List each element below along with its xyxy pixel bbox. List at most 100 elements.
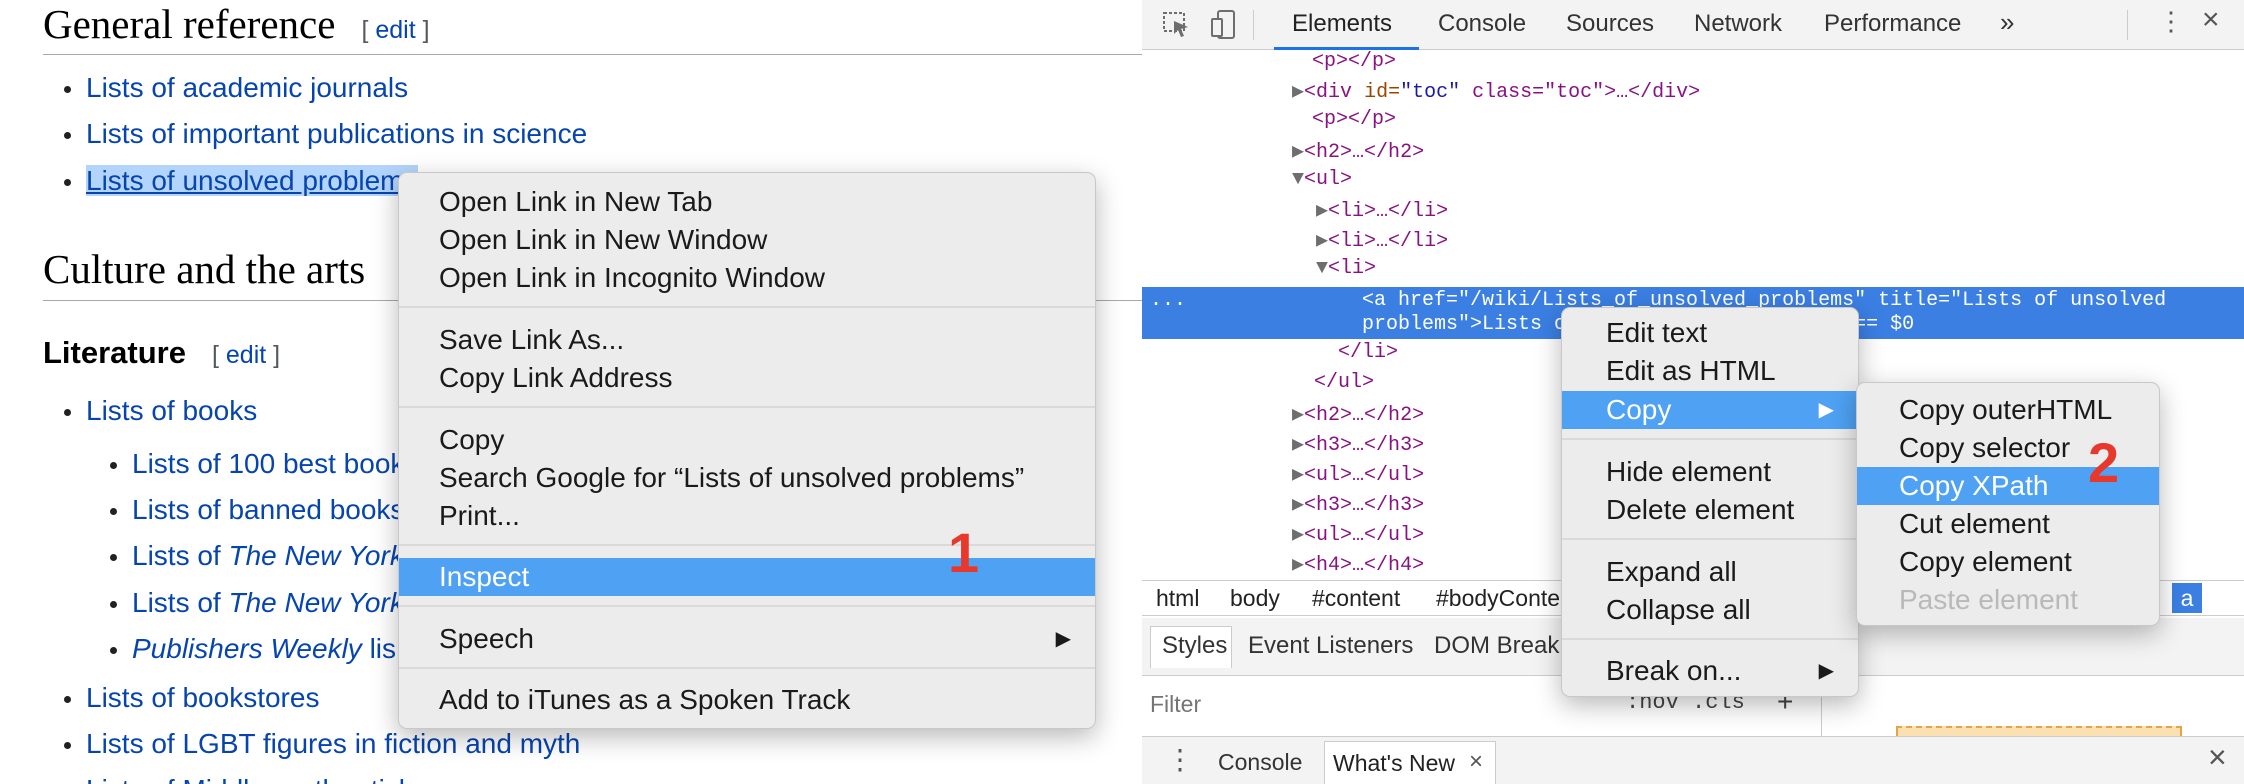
tab-styles[interactable]: Styles <box>1162 632 1227 660</box>
menu-item-copy-submenu[interactable]: Copy ▶ <box>1562 391 1858 429</box>
menu-item-collapse-all[interactable]: Collapse all <box>1562 591 1858 629</box>
edit-link[interactable]: edit <box>226 341 266 369</box>
menu-item-add-to-itunes[interactable]: Add to iTunes as a Spoken Track <box>399 681 1095 719</box>
collapse-triangle-icon[interactable]: ▼ <box>1292 168 1304 191</box>
expand-triangle-icon[interactable]: ▶ <box>1316 230 1328 253</box>
expand-triangle-icon[interactable]: ▶ <box>1292 494 1304 517</box>
dom-node[interactable]: ▶<div id="toc" class="toc">…</div> <box>1292 78 1700 104</box>
drawer-tab-console[interactable]: Console <box>1218 749 1302 776</box>
list-item[interactable]: Lists of important publications in scien… <box>64 118 587 150</box>
menu-item-open-new-window[interactable]: Open Link in New Window <box>399 221 1095 259</box>
close-drawer-icon[interactable]: × <box>2208 739 2227 776</box>
breadcrumb-body[interactable]: body <box>1230 585 1280 612</box>
list-item[interactable]: Lists of 100 best books <box>110 448 418 480</box>
inspect-element-icon[interactable] <box>1162 11 1192 39</box>
expand-triangle-icon[interactable]: ▶ <box>1292 524 1304 547</box>
link-text-italic[interactable]: Publishers Weekly <box>132 633 362 664</box>
close-devtools-icon[interactable]: × <box>2202 3 2220 37</box>
node-actions-icon[interactable]: ... <box>1150 289 1186 312</box>
more-tabs-icon[interactable]: » <box>2000 7 2014 38</box>
close-tab-icon[interactable]: × <box>1469 748 1483 776</box>
list-item[interactable]: Lists of academic journals <box>64 72 408 104</box>
drawer-tab-whats-new[interactable]: What's New × <box>1324 741 1496 784</box>
link-middle-earth[interactable]: Lists of Middle-earth articles <box>86 774 435 784</box>
menu-item-cut-element[interactable]: Cut element <box>1857 505 2159 543</box>
menu-item-print[interactable]: Print... <box>399 497 1095 535</box>
breadcrumb-bodycontent[interactable]: #bodyConte <box>1436 585 1560 612</box>
list-item[interactable]: Lists of The New York <box>110 587 404 619</box>
menu-item-search-google[interactable]: Search Google for “Lists of unsolved pro… <box>399 459 1095 497</box>
dom-node[interactable]: ▶<ul>…</ul> <box>1292 461 1424 487</box>
tab-elements[interactable]: Elements <box>1292 10 1392 38</box>
menu-item-copy-element[interactable]: Copy element <box>1857 543 2159 581</box>
menu-item-copy-outerhtml[interactable]: Copy outerHTML <box>1857 391 2159 429</box>
tab-performance[interactable]: Performance <box>1824 10 1961 38</box>
list-item[interactable]: Publishers Weekly lis <box>110 633 396 665</box>
expand-triangle-icon[interactable]: ▶ <box>1292 141 1304 164</box>
expand-triangle-icon[interactable]: ▶ <box>1292 81 1304 104</box>
menu-item-edit-as-html[interactable]: Edit as HTML <box>1562 352 1858 390</box>
link-text[interactable]: Lists of <box>132 540 228 571</box>
dom-node[interactable]: ▼<li> <box>1316 257 1376 280</box>
dom-node[interactable]: ▶<h3>…</h3> <box>1292 431 1424 457</box>
collapse-triangle-icon[interactable]: ▼ <box>1316 257 1328 280</box>
breadcrumb-html[interactable]: html <box>1156 585 1199 612</box>
link-text[interactable]: lis <box>362 633 396 664</box>
link-text[interactable]: Lists of banned books <box>132 494 404 525</box>
expand-triangle-icon[interactable]: ▶ <box>1292 464 1304 487</box>
expand-triangle-icon[interactable]: ▶ <box>1292 404 1304 427</box>
tab-sources[interactable]: Sources <box>1566 10 1654 38</box>
list-item[interactable]: Lists of unsolved problems <box>64 165 418 197</box>
dom-node[interactable]: ▶<li>…</li> <box>1316 197 1448 223</box>
link-bookstores[interactable]: Lists of bookstores <box>86 682 319 713</box>
breadcrumb-content[interactable]: #content <box>1312 585 1400 612</box>
link-lists-of-books[interactable]: Lists of books <box>86 395 257 426</box>
link-text[interactable]: Lists of <box>132 587 228 618</box>
tab-event-listeners[interactable]: Event Listeners <box>1248 632 1413 660</box>
dom-node[interactable]: ▶<h4>…</h4> <box>1292 551 1424 577</box>
dom-node[interactable]: </li> <box>1338 341 1398 364</box>
drawer-menu-icon[interactable]: ⋮ <box>1166 743 1194 776</box>
dom-node[interactable]: ▶<h3>…</h3> <box>1292 491 1424 517</box>
link-lgbt-figures[interactable]: Lists of LGBT figures in fiction and myt… <box>86 728 580 759</box>
link-unsolved-problems[interactable]: Lists of unsolved problems <box>86 165 418 196</box>
expand-triangle-icon[interactable]: ▶ <box>1292 554 1304 577</box>
menu-item-delete-element[interactable]: Delete element <box>1562 491 1858 529</box>
device-toolbar-icon[interactable] <box>1210 9 1236 41</box>
list-item[interactable]: Lists of Middle-earth articles <box>86 774 435 784</box>
expand-triangle-icon[interactable]: ▶ <box>1292 434 1304 457</box>
menu-item-hide-element[interactable]: Hide element <box>1562 453 1858 491</box>
menu-item-break-on[interactable]: Break on... ▶ <box>1562 652 1858 690</box>
menu-item-edit-text[interactable]: Edit text <box>1562 314 1858 352</box>
dom-node[interactable]: <p></p> <box>1312 50 1396 73</box>
breadcrumb-a[interactable]: a <box>2172 583 2202 613</box>
list-item[interactable]: Lists of LGBT figures in fiction and myt… <box>64 728 580 760</box>
menu-item-copy-link-address[interactable]: Copy Link Address <box>399 359 1095 397</box>
dom-node[interactable]: <p></p> <box>1312 108 1396 131</box>
dom-node[interactable]: ▼<ul> <box>1292 168 1352 191</box>
edit-link[interactable]: edit <box>375 16 415 44</box>
dom-node[interactable]: ▶<li>…</li> <box>1316 227 1448 253</box>
menu-item-open-incognito[interactable]: Open Link in Incognito Window <box>399 259 1095 297</box>
kebab-menu-icon[interactable]: ⋮ <box>2158 6 2184 37</box>
dom-node[interactable]: ▶<h2>…</h2> <box>1292 401 1424 427</box>
dom-node[interactable]: </ul> <box>1314 371 1374 394</box>
link-text-italic[interactable]: The New York <box>228 540 403 571</box>
tab-network[interactable]: Network <box>1694 10 1782 38</box>
link-academic-journals[interactable]: Lists of academic journals <box>86 72 408 103</box>
menu-item-expand-all[interactable]: Expand all <box>1562 553 1858 591</box>
filter-input[interactable] <box>1150 686 1550 722</box>
list-item[interactable]: Lists of banned books <box>110 494 404 526</box>
menu-item-save-link[interactable]: Save Link As... <box>399 321 1095 359</box>
tab-console[interactable]: Console <box>1438 10 1526 38</box>
link-important-publications[interactable]: Lists of important publications in scien… <box>86 118 587 149</box>
menu-item-open-new-tab[interactable]: Open Link in New Tab <box>399 183 1095 221</box>
list-item[interactable]: Lists of The New York <box>110 540 404 572</box>
expand-triangle-icon[interactable]: ▶ <box>1316 200 1328 223</box>
link-text-italic[interactable]: The New York <box>228 587 403 618</box>
menu-item-speech[interactable]: Speech ▶ <box>399 620 1095 658</box>
tab-dom-breakpoints[interactable]: DOM Break <box>1434 632 1559 660</box>
list-item[interactable]: Lists of books <box>64 395 257 427</box>
list-item[interactable]: Lists of bookstores <box>64 682 319 714</box>
menu-item-inspect[interactable]: Inspect <box>399 558 1095 596</box>
